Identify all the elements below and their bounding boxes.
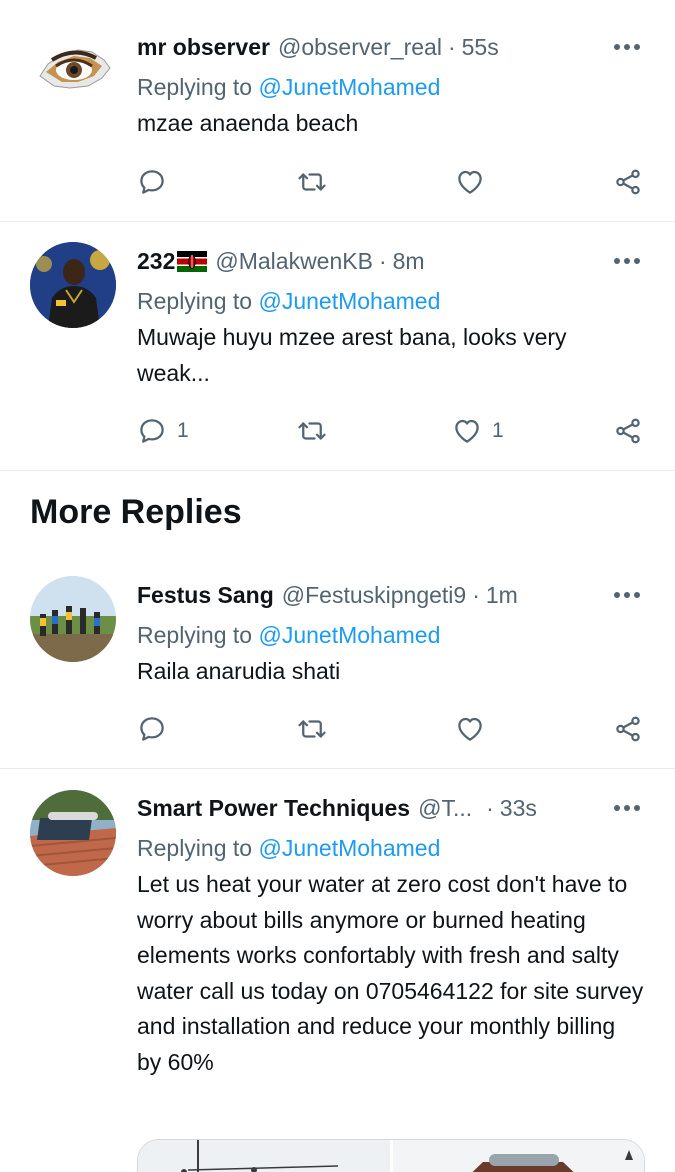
timestamp[interactable]: 55s (462, 32, 499, 62)
reply-icon (137, 167, 167, 197)
author-handle[interactable]: @T... (418, 793, 472, 823)
share-icon (613, 167, 643, 197)
replying-to: Replying to @JunetMohamed (137, 286, 645, 316)
like-count: 1 (492, 419, 504, 442)
tweet-text: Muwaje huyu mzee arest bana, looks very … (137, 324, 567, 386)
retweet-button[interactable] (297, 711, 327, 747)
replying-label: Replying to (137, 74, 253, 100)
like-button[interactable]: 1 (452, 413, 504, 449)
author-name[interactable]: 232 (137, 246, 175, 276)
more-icon[interactable] (609, 246, 645, 276)
avatar[interactable] (30, 242, 116, 328)
replying-to: Replying to @JunetMohamed (137, 620, 645, 650)
tweet-header: Smart Power Techniques @T... · 33s (137, 793, 645, 823)
retweet-button[interactable] (297, 164, 327, 200)
reply-icon (137, 714, 167, 744)
avatar[interactable] (30, 576, 116, 662)
separator-dot: · (486, 795, 494, 821)
like-icon (452, 416, 482, 446)
section-title: More Replies (30, 493, 242, 531)
tweet-media[interactable] (137, 1139, 645, 1172)
media-photo-left (138, 1140, 390, 1172)
share-button[interactable] (613, 164, 643, 200)
reply-button[interactable] (137, 711, 167, 747)
media-photo-right (393, 1140, 644, 1172)
like-icon (455, 167, 485, 197)
share-icon (613, 416, 643, 446)
tweet-text: mzae anaenda beach (137, 110, 359, 136)
tweet-actions: 1 1 (137, 413, 645, 449)
author-name[interactable]: mr observer (137, 32, 270, 62)
like-button[interactable] (455, 164, 485, 200)
timestamp[interactable]: 1m (486, 580, 518, 610)
tweet-header: Festus Sang @Festuskipngeti9 · 1m (137, 580, 645, 610)
author-name[interactable]: Festus Sang (137, 580, 274, 610)
tweet-text: Let us heat your water at zero cost don'… (137, 871, 644, 1075)
more-icon[interactable] (609, 32, 645, 62)
solar-heater-avatar-image (30, 790, 116, 876)
author-name[interactable]: Smart Power Techniques (137, 793, 410, 823)
mention-link[interactable]: @JunetMohamed (258, 74, 440, 100)
like-icon (455, 714, 485, 744)
tweet-header: mr observer @observer_real · 55s (137, 32, 645, 62)
reply-count: 1 (177, 419, 189, 442)
tweet[interactable]: Festus Sang @Festuskipngeti9 · 1m Replyi… (0, 556, 675, 769)
like-button[interactable] (455, 711, 485, 747)
replying-label: Replying to (137, 288, 253, 314)
mention-link[interactable]: @JunetMohamed (258, 288, 440, 314)
reply-button[interactable] (137, 164, 167, 200)
share-button[interactable] (613, 413, 643, 449)
tweet-actions (137, 711, 645, 747)
avatar[interactable] (30, 790, 116, 876)
reply-icon (137, 416, 167, 446)
tweet[interactable]: mr observer @observer_real · 55s Replyin… (0, 0, 675, 222)
timestamp[interactable]: 8m (393, 246, 425, 276)
replying-label: Replying to (137, 622, 253, 648)
media-image-right[interactable] (390, 1140, 644, 1172)
share-button[interactable] (613, 711, 643, 747)
more-icon[interactable] (609, 580, 645, 610)
kenya-flag-icon (177, 250, 208, 272)
author-handle[interactable]: @observer_real (278, 32, 442, 62)
retweet-button[interactable] (297, 413, 327, 449)
more-icon[interactable] (609, 793, 645, 823)
tweet-text: Raila anarudia shati (137, 658, 341, 684)
author-handle[interactable]: @Festuskipngeti9 (282, 580, 466, 610)
referee-avatar-image (30, 242, 116, 328)
reply-button[interactable]: 1 (137, 413, 189, 449)
media-image-left[interactable] (138, 1140, 390, 1172)
replying-to: Replying to @JunetMohamed (137, 833, 645, 863)
tweet-actions (137, 164, 645, 200)
retweet-icon (297, 167, 327, 197)
timestamp[interactable]: 33s (500, 793, 537, 823)
avatar[interactable] (30, 26, 116, 112)
retweet-icon (297, 416, 327, 446)
group-photo-avatar-image (30, 576, 116, 662)
replying-label: Replying to (137, 835, 253, 861)
mention-link[interactable]: @JunetMohamed (258, 835, 440, 861)
share-icon (613, 714, 643, 744)
tweet[interactable]: 232 @MalakwenKB · 8m Replying to @JunetM… (0, 222, 675, 471)
tweet[interactable]: Smart Power Techniques @T... · 33s Reply… (0, 769, 675, 1172)
replying-to: Replying to @JunetMohamed (137, 72, 645, 102)
mention-link[interactable]: @JunetMohamed (258, 622, 440, 648)
author-handle[interactable]: @MalakwenKB (215, 246, 373, 276)
separator-dot: · (378, 248, 387, 274)
retweet-icon (297, 714, 327, 744)
eye-avatar-image (30, 26, 116, 112)
tweet-header: 232 @MalakwenKB · 8m (137, 246, 645, 276)
separator-dot: · (472, 582, 480, 608)
separator-dot: · (447, 34, 456, 60)
